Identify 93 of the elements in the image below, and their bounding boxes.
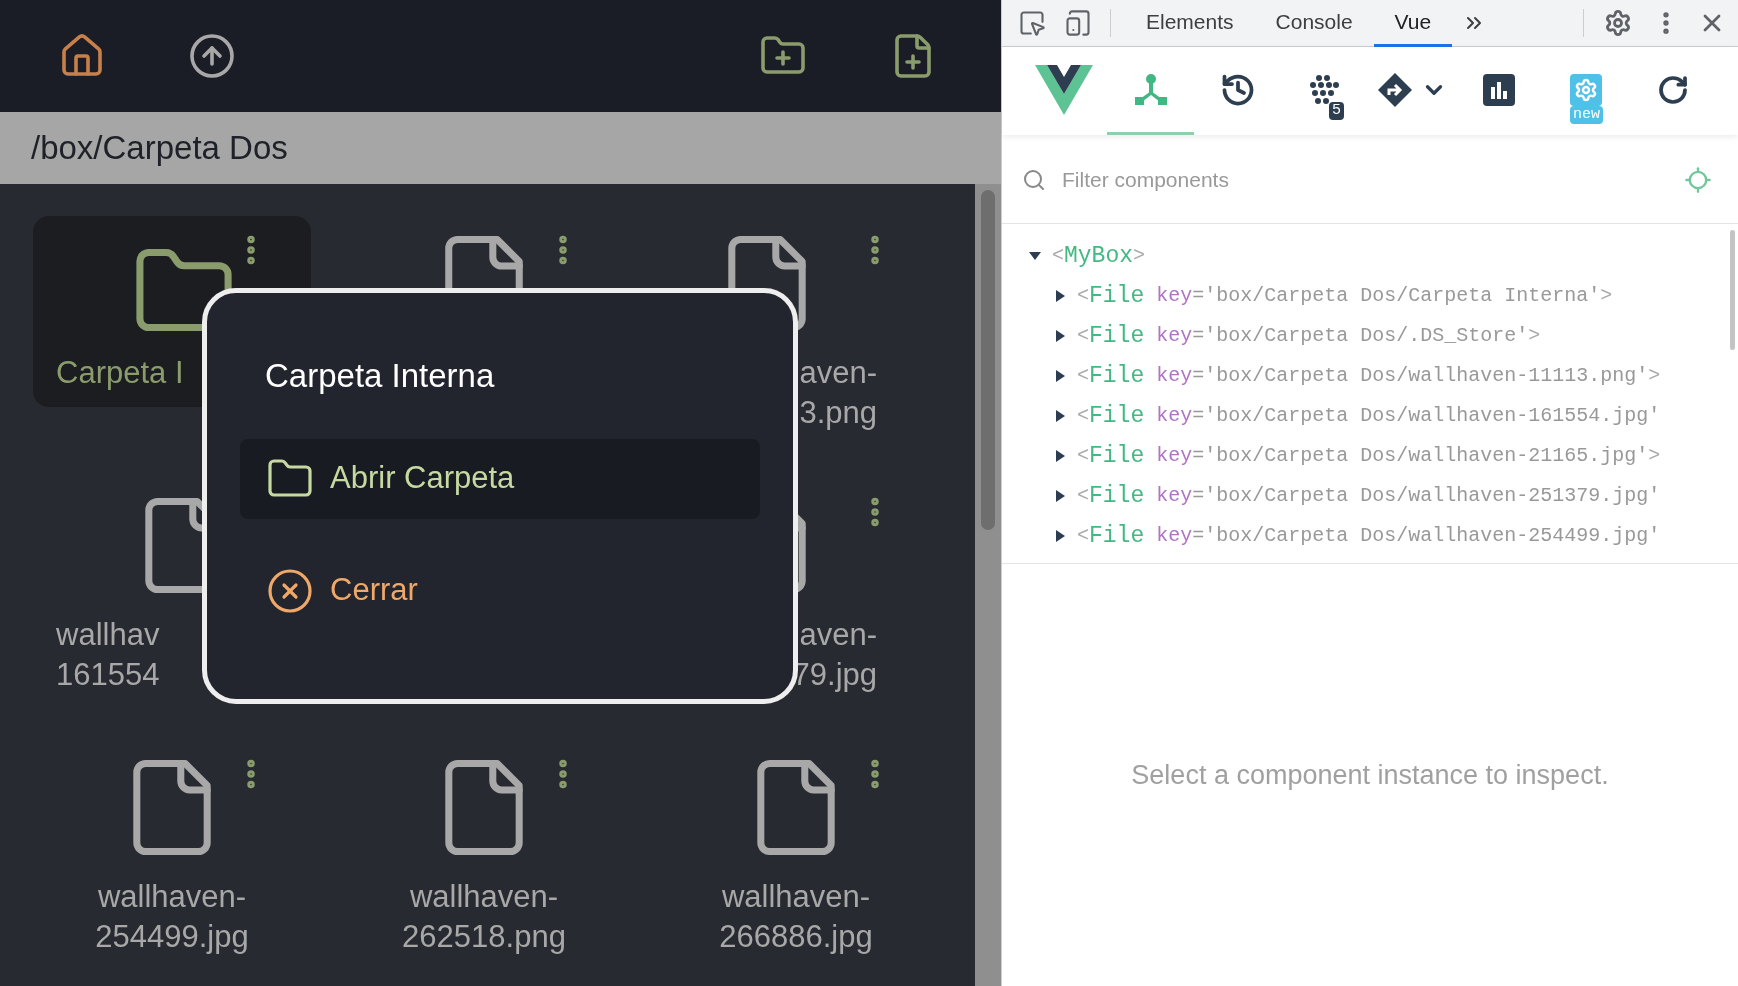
equals-sign: = — [1192, 363, 1205, 389]
component-row[interactable]: <File key='box/Carpeta Dos/wallhaven-161554.jpg' — [1002, 396, 1738, 436]
equals-sign: = — [1192, 323, 1205, 349]
file-name: aven- 3.png — [799, 354, 877, 432]
scrollbar[interactable] — [1730, 230, 1735, 350]
file-name: Carpeta I — [56, 354, 184, 392]
open-folder-button[interactable]: Abrir Carpeta — [240, 438, 760, 519]
collapsed-arrow-icon[interactable] — [1053, 529, 1067, 543]
tag-bracket: < — [1052, 243, 1064, 269]
tag-bracket: < — [1077, 363, 1089, 389]
collapsed-arrow-icon[interactable] — [1053, 449, 1067, 463]
attribute-value: 'box/Carpeta Dos/.DS_Store' — [1204, 323, 1529, 349]
badge: 5 — [1329, 102, 1344, 120]
logo-icon — [1034, 64, 1093, 115]
file-tile[interactable]: wallhaven- 254499.jpg — [33, 740, 311, 971]
equals-sign: = — [1192, 403, 1205, 429]
component-name: File — [1089, 401, 1145, 431]
devtools-tab[interactable]: Elements — [1125, 0, 1255, 47]
components-icon — [1133, 72, 1168, 107]
attribute-value: 'box/Carpeta Dos/wallhaven-254499.jpg' — [1204, 523, 1661, 549]
tag-bracket: > — [1528, 323, 1541, 349]
component-row[interactable]: <File key='box/Carpeta Dos/wallhaven-11113.png'> — [1002, 356, 1738, 396]
attribute-value: 'box/Carpeta Dos/Carpeta Interna' — [1204, 283, 1601, 309]
component-row[interactable]: <File key='box/Carpeta Dos/wallhaven-254499.jpg' — [1002, 516, 1738, 556]
component-name: File — [1089, 521, 1145, 551]
collapsed-arrow-icon[interactable] — [1053, 329, 1067, 343]
equals-sign: = — [1192, 483, 1205, 509]
tag-bracket: < — [1077, 443, 1089, 469]
attribute-value: 'box/Carpeta Dos/wallhaven-11113.png' — [1204, 363, 1649, 389]
filter-field[interactable]: Filter components — [1062, 164, 1684, 196]
file-name: wallhaven- 266886.jpg — [719, 878, 873, 956]
settings-icon — [1569, 73, 1602, 106]
collapsed-arrow-icon[interactable] — [1053, 289, 1067, 303]
close-button[interactable]: Cerrar — [240, 550, 760, 631]
tool-tab[interactable]: 5 — [1281, 47, 1368, 135]
component-name: MyBox — [1064, 241, 1134, 271]
devtools-tab[interactable]: Console — [1254, 0, 1374, 47]
tag-bracket: > — [1600, 283, 1613, 309]
file-name: wallhaven- 262518.png — [402, 878, 566, 956]
component-name: File — [1089, 481, 1145, 511]
tag-bracket: < — [1077, 403, 1089, 429]
equals-sign: = — [1192, 283, 1205, 309]
chart-icon — [1482, 73, 1515, 106]
current-path: /box/Carpeta Dos — [31, 128, 288, 169]
collapsed-arrow-icon[interactable] — [1053, 409, 1067, 423]
settings-icon[interactable] — [1604, 9, 1632, 37]
close-icon — [266, 566, 314, 615]
search-icon — [1022, 168, 1046, 192]
component-name: File — [1089, 321, 1145, 351]
component-name: File — [1089, 441, 1145, 471]
component-row[interactable]: <File key='box/Carpeta Dos/wallhaven-21165.jpg'> — [1002, 436, 1738, 476]
attribute-name: key — [1156, 443, 1193, 469]
attribute-name: key — [1156, 523, 1193, 549]
file-icon — [133, 760, 211, 855]
tag-bracket: > — [1648, 443, 1661, 469]
tag-bracket: > — [1648, 363, 1661, 389]
component-row[interactable]: <File key='box/Carpeta Dos/.DS_Store'> — [1002, 316, 1738, 356]
device-icon[interactable] — [1064, 9, 1092, 37]
component-name: File — [1089, 361, 1145, 391]
component-row[interactable]: <File key='box/Carpeta Dos/Carpeta Interna'> — [1002, 276, 1738, 316]
file-name: wallhaven- 254499.jpg — [95, 878, 249, 956]
collapsed-arrow-icon[interactable] — [1053, 489, 1067, 503]
component-row[interactable]: <File key='box/Carpeta Dos/wallhaven-251379.jpg' — [1002, 476, 1738, 516]
file-tile[interactable]: wallhaven- 262518.png — [345, 740, 623, 971]
attribute-name: key — [1156, 323, 1193, 349]
refresh-icon[interactable] — [1656, 73, 1689, 106]
equals-sign: = — [1192, 523, 1205, 549]
file-icon — [757, 760, 835, 855]
tag-bracket: < — [1077, 323, 1089, 349]
file-name: aven- 79.jpg — [792, 616, 877, 694]
equals-sign: = — [1192, 443, 1205, 469]
file-name: wallhav 161554 — [56, 616, 160, 694]
attribute-value: 'box/Carpeta Dos/wallhaven-21165.jpg' — [1204, 443, 1649, 469]
attribute-value: 'box/Carpeta Dos/wallhaven-161554.jpg' — [1204, 403, 1661, 429]
attribute-name: key — [1156, 363, 1193, 389]
scrollbar[interactable] — [975, 184, 1001, 986]
inspect-icon[interactable] — [1018, 9, 1046, 37]
collapsed-arrow-icon[interactable] — [1053, 369, 1067, 383]
empty-message: Select a component instance to inspect. — [1131, 758, 1609, 792]
dots-icon — [1309, 74, 1340, 105]
attribute-name: key — [1156, 403, 1193, 429]
tag-bracket: > — [1133, 243, 1146, 269]
file-tile[interactable]: wallhaven- 266886.jpg — [657, 740, 935, 971]
component-name: File — [1089, 281, 1145, 311]
devtools-tab[interactable]: Vue — [1373, 0, 1453, 47]
tag-bracket: < — [1077, 483, 1089, 509]
attribute-value: 'box/Carpeta Dos/wallhaven-251379.jpg' — [1204, 483, 1661, 509]
tag-bracket: < — [1077, 283, 1089, 309]
attribute-name: key — [1156, 283, 1193, 309]
tag-bracket: < — [1077, 523, 1089, 549]
badge: new — [1570, 106, 1603, 124]
attribute-name: key — [1156, 483, 1193, 509]
file-icon — [445, 760, 523, 855]
